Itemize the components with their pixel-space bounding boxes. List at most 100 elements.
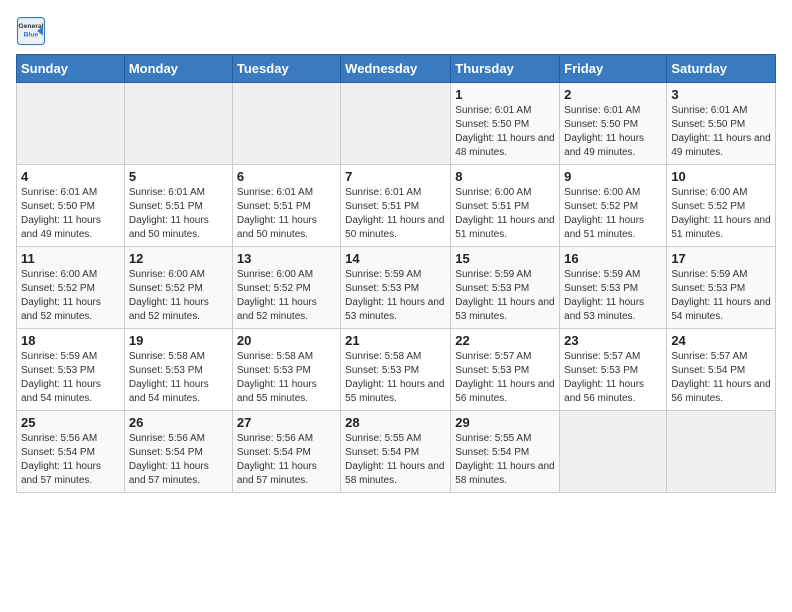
calendar-cell: 8 Sunrise: 6:00 AM Sunset: 5:51 PM Daylig… <box>451 165 560 247</box>
header-cell-monday: Monday <box>124 55 232 83</box>
day-number: 17 <box>671 251 771 266</box>
day-number: 18 <box>21 333 120 348</box>
header-cell-friday: Friday <box>560 55 667 83</box>
day-number: 9 <box>564 169 662 184</box>
day-info: Sunrise: 5:56 AM Sunset: 5:54 PM Dayligh… <box>129 432 228 488</box>
calendar-week-5: 25 Sunrise: 5:56 AM Sunset: 5:54 PM Dayli… <box>17 411 776 493</box>
calendar-cell: 27 Sunrise: 5:56 AM Sunset: 5:54 PM Dayli… <box>232 411 340 493</box>
day-number: 15 <box>455 251 555 266</box>
calendar-cell: 4 Sunrise: 6:01 AM Sunset: 5:50 PM Daylig… <box>17 165 125 247</box>
calendar-cell: 9 Sunrise: 6:00 AM Sunset: 5:52 PM Daylig… <box>560 165 667 247</box>
calendar-cell: 24Sunrise: 5:57 AM Sunset: 5:54 PM Dayli… <box>667 329 776 411</box>
day-info: Sunrise: 5:58 AM Sunset: 5:53 PM Dayligh… <box>129 350 228 406</box>
logo-icon: General Blue <box>16 16 46 46</box>
day-number: 4 <box>21 169 120 184</box>
calendar-cell <box>124 83 232 165</box>
calendar-week-2: 4 Sunrise: 6:01 AM Sunset: 5:50 PM Daylig… <box>17 165 776 247</box>
calendar-cell: 21 Sunrise: 5:58 AM Sunset: 5:53 PM Dayli… <box>341 329 451 411</box>
calendar-week-4: 18 Sunrise: 5:59 AM Sunset: 5:53 PM Dayli… <box>17 329 776 411</box>
calendar-cell: 22 Sunrise: 5:57 AM Sunset: 5:53 PM Dayli… <box>451 329 560 411</box>
day-info: Sunrise: 5:59 AM Sunset: 5:53 PM Dayligh… <box>671 268 771 324</box>
calendar-cell <box>17 83 125 165</box>
day-number: 10 <box>671 169 771 184</box>
calendar-cell: 29 Sunrise: 5:55 AM Sunset: 5:54 PM Dayli… <box>451 411 560 493</box>
calendar-header-row: SundayMondayTuesdayWednesdayThursdayFrid… <box>17 55 776 83</box>
calendar-body: 1 Sunrise: 6:01 AM Sunset: 5:50 PM Daylig… <box>17 83 776 493</box>
day-number: 7 <box>345 169 446 184</box>
calendar-cell: 1Sunrise: 6:01 AM Sunset: 5:50 PM Daylig… <box>451 83 560 165</box>
day-number: 25 <box>21 415 120 430</box>
calendar-cell: 18 Sunrise: 5:59 AM Sunset: 5:53 PM Dayli… <box>17 329 125 411</box>
day-number: 1 <box>455 87 555 102</box>
day-number: 2 <box>564 87 662 102</box>
day-info: Sunrise: 5:59 AM Sunset: 5:53 PM Dayligh… <box>455 268 555 324</box>
calendar-cell: 20Sunrise: 5:58 AM Sunset: 5:53 PM Dayli… <box>232 329 340 411</box>
calendar-cell <box>232 83 340 165</box>
day-number: 3 <box>671 87 771 102</box>
day-info: Sunrise: 5:56 AM Sunset: 5:54 PM Dayligh… <box>237 432 336 488</box>
day-info: Sunrise: 5:55 AM Sunset: 5:54 PM Dayligh… <box>455 432 555 488</box>
day-info: Sunrise: 6:00 AM Sunset: 5:52 PM Dayligh… <box>237 268 336 324</box>
day-number: 27 <box>237 415 336 430</box>
calendar-cell: 28Sunrise: 5:55 AM Sunset: 5:54 PM Dayli… <box>341 411 451 493</box>
calendar-week-3: 11Sunrise: 6:00 AM Sunset: 5:52 PM Dayli… <box>17 247 776 329</box>
day-info: Sunrise: 6:01 AM Sunset: 5:50 PM Dayligh… <box>564 104 662 160</box>
day-info: Sunrise: 5:59 AM Sunset: 5:53 PM Dayligh… <box>345 268 446 324</box>
day-info: Sunrise: 6:00 AM Sunset: 5:52 PM Dayligh… <box>21 268 120 324</box>
day-number: 5 <box>129 169 228 184</box>
day-number: 19 <box>129 333 228 348</box>
day-number: 14 <box>345 251 446 266</box>
calendar-cell <box>667 411 776 493</box>
day-info: Sunrise: 6:01 AM Sunset: 5:50 PM Dayligh… <box>671 104 771 160</box>
calendar-cell: 26Sunrise: 5:56 AM Sunset: 5:54 PM Dayli… <box>124 411 232 493</box>
day-info: Sunrise: 5:55 AM Sunset: 5:54 PM Dayligh… <box>345 432 446 488</box>
header-cell-tuesday: Tuesday <box>232 55 340 83</box>
day-info: Sunrise: 5:58 AM Sunset: 5:53 PM Dayligh… <box>345 350 446 406</box>
svg-text:Blue: Blue <box>24 31 39 38</box>
header-cell-thursday: Thursday <box>451 55 560 83</box>
day-info: Sunrise: 6:00 AM Sunset: 5:52 PM Dayligh… <box>129 268 228 324</box>
day-info: Sunrise: 5:57 AM Sunset: 5:54 PM Dayligh… <box>671 350 771 406</box>
calendar-cell: 11Sunrise: 6:00 AM Sunset: 5:52 PM Dayli… <box>17 247 125 329</box>
day-info: Sunrise: 5:58 AM Sunset: 5:53 PM Dayligh… <box>237 350 336 406</box>
logo: General Blue <box>16 16 46 46</box>
day-number: 22 <box>455 333 555 348</box>
day-info: Sunrise: 6:00 AM Sunset: 5:52 PM Dayligh… <box>564 186 662 242</box>
day-info: Sunrise: 6:01 AM Sunset: 5:51 PM Dayligh… <box>345 186 446 242</box>
day-info: Sunrise: 5:59 AM Sunset: 5:53 PM Dayligh… <box>21 350 120 406</box>
calendar-cell: 10 Sunrise: 6:00 AM Sunset: 5:52 PM Dayli… <box>667 165 776 247</box>
day-info: Sunrise: 6:00 AM Sunset: 5:51 PM Dayligh… <box>455 186 555 242</box>
day-number: 23 <box>564 333 662 348</box>
calendar-cell: 16Sunrise: 5:59 AM Sunset: 5:53 PM Dayli… <box>560 247 667 329</box>
day-info: Sunrise: 5:57 AM Sunset: 5:53 PM Dayligh… <box>455 350 555 406</box>
day-info: Sunrise: 6:01 AM Sunset: 5:51 PM Dayligh… <box>129 186 228 242</box>
day-info: Sunrise: 5:57 AM Sunset: 5:53 PM Dayligh… <box>564 350 662 406</box>
calendar-cell: 5 Sunrise: 6:01 AM Sunset: 5:51 PM Daylig… <box>124 165 232 247</box>
calendar-cell: 17 Sunrise: 5:59 AM Sunset: 5:53 PM Dayli… <box>667 247 776 329</box>
calendar-cell <box>341 83 451 165</box>
calendar-cell: 12 Sunrise: 6:00 AM Sunset: 5:52 PM Dayli… <box>124 247 232 329</box>
day-number: 13 <box>237 251 336 266</box>
day-number: 8 <box>455 169 555 184</box>
calendar-cell: 23 Sunrise: 5:57 AM Sunset: 5:53 PM Dayli… <box>560 329 667 411</box>
day-number: 21 <box>345 333 446 348</box>
day-info: Sunrise: 6:01 AM Sunset: 5:51 PM Dayligh… <box>237 186 336 242</box>
calendar-cell: 13 Sunrise: 6:00 AM Sunset: 5:52 PM Dayli… <box>232 247 340 329</box>
day-number: 29 <box>455 415 555 430</box>
calendar-cell: 15 Sunrise: 5:59 AM Sunset: 5:53 PM Dayli… <box>451 247 560 329</box>
calendar-cell: 19 Sunrise: 5:58 AM Sunset: 5:53 PM Dayli… <box>124 329 232 411</box>
day-number: 12 <box>129 251 228 266</box>
header-cell-saturday: Saturday <box>667 55 776 83</box>
calendar-cell: 14 Sunrise: 5:59 AM Sunset: 5:53 PM Dayli… <box>341 247 451 329</box>
calendar-cell: 7 Sunrise: 6:01 AM Sunset: 5:51 PM Daylig… <box>341 165 451 247</box>
day-info: Sunrise: 5:56 AM Sunset: 5:54 PM Dayligh… <box>21 432 120 488</box>
day-number: 6 <box>237 169 336 184</box>
day-info: Sunrise: 6:00 AM Sunset: 5:52 PM Dayligh… <box>671 186 771 242</box>
calendar-week-1: 1 Sunrise: 6:01 AM Sunset: 5:50 PM Daylig… <box>17 83 776 165</box>
calendar-table: SundayMondayTuesdayWednesdayThursdayFrid… <box>16 54 776 493</box>
calendar-cell: 2 Sunrise: 6:01 AM Sunset: 5:50 PM Daylig… <box>560 83 667 165</box>
day-number: 16 <box>564 251 662 266</box>
calendar-cell: 6 Sunrise: 6:01 AM Sunset: 5:51 PM Daylig… <box>232 165 340 247</box>
day-info: Sunrise: 6:01 AM Sunset: 5:50 PM Dayligh… <box>21 186 120 242</box>
header-cell-wednesday: Wednesday <box>341 55 451 83</box>
